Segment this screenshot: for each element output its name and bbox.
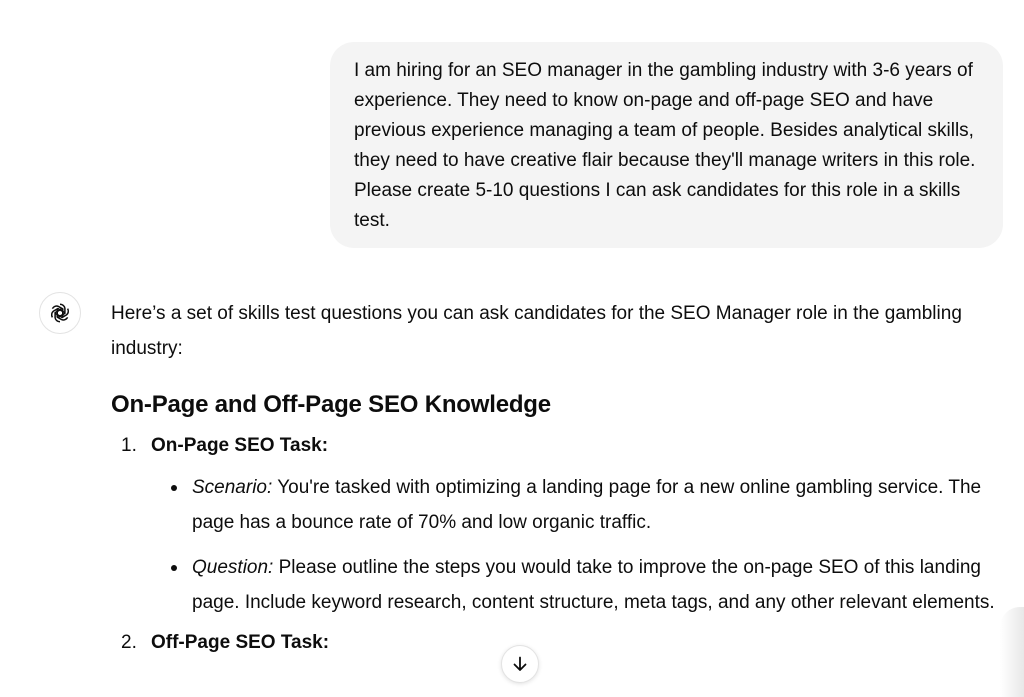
assistant-message: Here’s a set of skills test questions yo… xyxy=(111,296,1011,660)
user-message-bubble: I am hiring for an SEO manager in the ga… xyxy=(330,42,1003,248)
detail-item-scenario: Scenario: You're tasked with optimizing … xyxy=(151,470,1002,540)
question-item: 1. On-Page SEO Task: Scenario: You're ta… xyxy=(111,428,1011,620)
openai-logo-icon xyxy=(50,303,70,323)
detail-item-question: Question: Please outline the steps you w… xyxy=(151,550,1002,620)
question-number: 1. xyxy=(121,435,137,456)
detail-text: Please outline the steps you would take … xyxy=(192,557,995,613)
question-details: Scenario: You're tasked with optimizing … xyxy=(151,470,1011,620)
question-item: 2. Off-Page SEO Task: xyxy=(111,625,1011,660)
arrow-down-icon xyxy=(513,656,527,671)
user-message-text: I am hiring for an SEO manager in the ga… xyxy=(354,60,976,231)
question-number: 2. xyxy=(121,632,137,653)
detail-label: Scenario: xyxy=(192,477,273,498)
scroll-to-bottom-button[interactable] xyxy=(501,645,539,683)
section-heading: On-Page and Off-Page SEO Knowledge xyxy=(111,391,551,418)
bullet-dot xyxy=(171,485,177,491)
question-title: Off-Page SEO Task: xyxy=(151,632,330,653)
scrollbar-edge xyxy=(1000,607,1024,697)
assistant-intro: Here’s a set of skills test questions yo… xyxy=(111,303,962,359)
question-title: On-Page SEO Task: xyxy=(151,435,329,456)
bullet-dot xyxy=(171,565,177,571)
question-list: 1. On-Page SEO Task: Scenario: You're ta… xyxy=(111,428,1011,660)
detail-text: You're tasked with optimizing a landing … xyxy=(192,477,982,533)
assistant-avatar xyxy=(39,292,81,334)
detail-label: Question: xyxy=(192,557,274,578)
chat-page: I am hiring for an SEO manager in the ga… xyxy=(0,0,1024,697)
